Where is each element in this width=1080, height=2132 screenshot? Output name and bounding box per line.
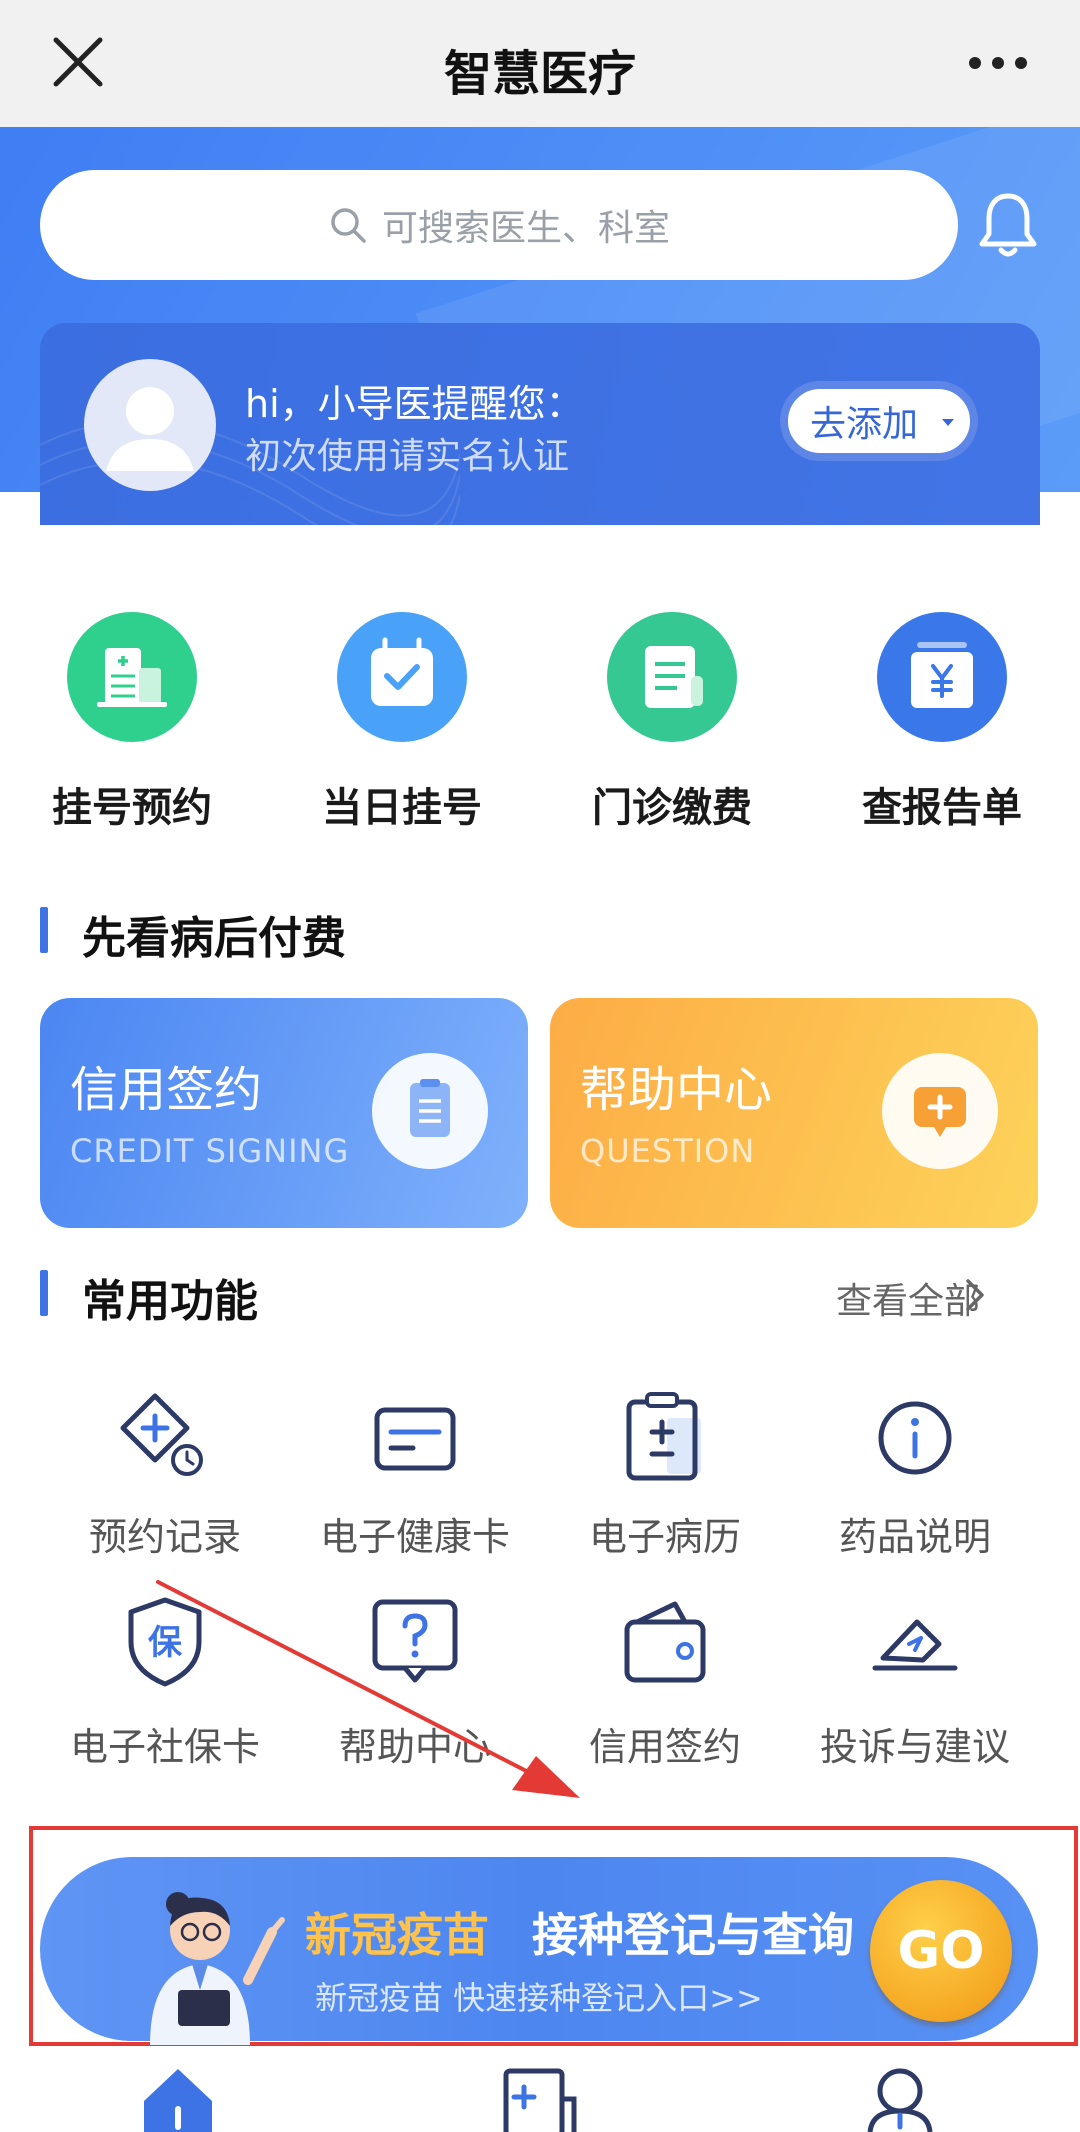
wallet-icon[interactable]	[615, 1592, 715, 1692]
doctor-illustration	[150, 1892, 285, 2045]
feature-label: 电子健康卡	[319, 1515, 510, 1559]
feature-label: 电子病历	[588, 1515, 741, 1559]
help-question-icon[interactable]	[365, 1592, 465, 1692]
quick-action-report[interactable]	[877, 612, 1007, 742]
clipboard-icon	[372, 1053, 488, 1169]
home-tab-icon[interactable]	[136, 2065, 220, 2132]
feature-label: 信用签约	[588, 1725, 741, 1769]
caret-down-icon	[942, 419, 954, 426]
social-security-shield-icon[interactable]: 保	[115, 1592, 215, 1692]
feature-label: 药品说明	[838, 1515, 991, 1559]
section-title-common: 常用功能	[82, 1276, 258, 1327]
medical-record-icon[interactable]	[615, 1388, 715, 1488]
banner-title-highlight: 新冠疫苗	[305, 1908, 489, 1962]
feature-label: 电子社保卡	[69, 1725, 260, 1769]
view-all-link[interactable]: 查看全部	[836, 1272, 980, 1324]
bell-icon[interactable]	[975, 190, 1041, 260]
avatar[interactable]	[84, 359, 216, 491]
chat-plus-icon	[882, 1053, 998, 1169]
section-marker	[40, 1270, 48, 1316]
section-title-pay-later: 先看病后付费	[82, 913, 346, 964]
search-placeholder: 可搜索医生、科室	[381, 208, 670, 249]
banner-title: 接种登记与查询	[532, 1908, 854, 1962]
appointment-record-icon[interactable]	[115, 1388, 215, 1488]
quick-action-register[interactable]	[67, 612, 197, 742]
profile-tab-icon[interactable]	[858, 2065, 942, 2132]
yen-report-icon	[877, 612, 1007, 742]
banner-subtitle: 新冠疫苗 快速接种登记入口>>	[315, 1979, 763, 2017]
search-icon	[331, 208, 366, 243]
quick-action-label: 查报告单	[862, 785, 1022, 831]
quick-action-label: 挂号预约	[52, 785, 212, 831]
promo-title: 信用签约	[70, 1062, 263, 1118]
go-button[interactable]: GO	[870, 1880, 1012, 2022]
add-button[interactable]: 去添加	[780, 381, 978, 461]
search-input[interactable]: 可搜索医生、科室	[40, 170, 958, 280]
feature-label: 帮助中心	[338, 1725, 491, 1769]
quick-action-same-day[interactable]	[337, 612, 467, 742]
calendar-check-icon	[337, 612, 467, 742]
health-card-icon[interactable]	[365, 1388, 465, 1488]
add-button-label: 去添加	[810, 404, 919, 445]
feature-label: 投诉与建议	[819, 1725, 1010, 1769]
promo-title: 帮助中心	[580, 1062, 773, 1118]
receipt-icon	[607, 612, 737, 742]
page-title: 智慧医疗	[443, 46, 636, 102]
promo-help-center[interactable]: 帮助中心 QUESTION	[550, 998, 1038, 1228]
svg-text:保: 保	[148, 1623, 183, 1663]
title-bar: 智慧医疗	[0, 0, 1080, 127]
more-icon[interactable]	[968, 56, 1028, 70]
user-avatar-icon	[106, 387, 194, 471]
promo-subtitle: CREDIT SIGNING	[70, 1132, 350, 1170]
quick-action-label: 门诊缴费	[592, 785, 752, 831]
info-icon[interactable]	[865, 1388, 965, 1488]
hospital-icon	[67, 612, 197, 742]
medical-tab-icon[interactable]	[498, 2065, 582, 2132]
promo-credit-signing[interactable]: 信用签约 CREDIT SIGNING	[40, 998, 528, 1228]
eraser-feedback-icon[interactable]	[865, 1592, 965, 1692]
quick-action-payment[interactable]	[607, 612, 737, 742]
reminder-card: hi，小导医提醒您： 初次使用请实名认证 去添加	[40, 323, 1040, 525]
reminder-greeting: hi，小导医提醒您：	[245, 382, 584, 426]
section-marker	[40, 907, 48, 953]
promo-subtitle: QUESTION	[580, 1132, 756, 1170]
feature-label: 预约记录	[88, 1515, 241, 1559]
quick-action-label: 当日挂号	[322, 785, 482, 831]
chevron-right-icon[interactable]	[960, 1275, 990, 1315]
reminder-message: 初次使用请实名认证	[245, 436, 570, 477]
